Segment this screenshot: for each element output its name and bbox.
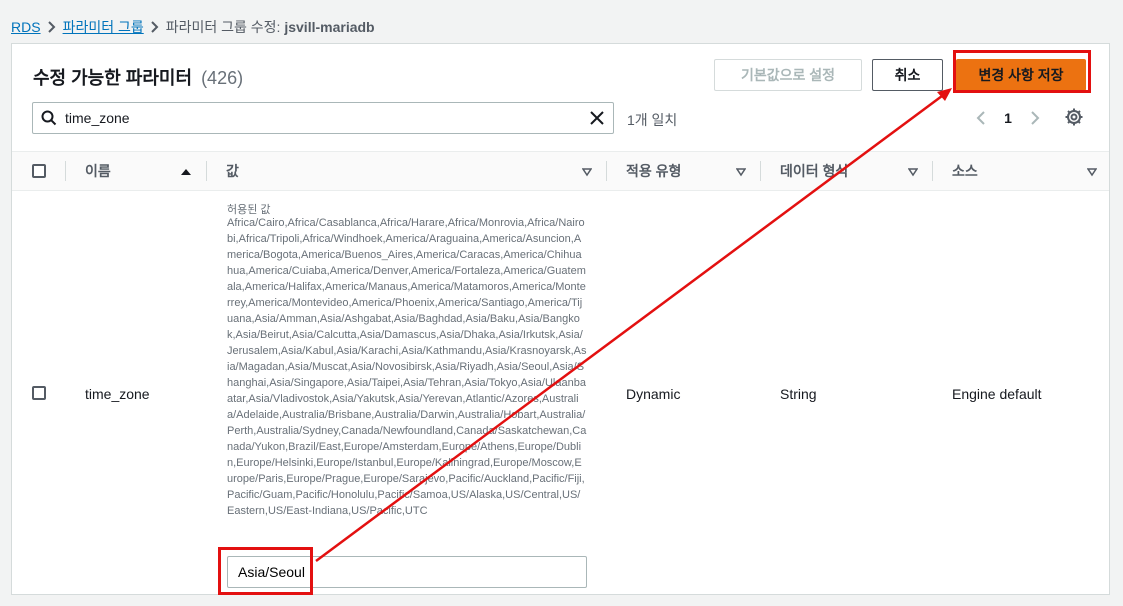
- search-box: [32, 102, 614, 134]
- table-header: 이름 값 적용 유형 데이터 형식 소스: [12, 151, 1109, 191]
- parameters-panel: 수정 가능한 파라미터 (426) 기본값으로 설정 취소 변경 사항 저장 1…: [11, 43, 1110, 595]
- source-value: Engine default: [952, 386, 1042, 402]
- previous-page-icon[interactable]: [970, 111, 992, 125]
- breadcrumb-rds-link[interactable]: RDS: [11, 19, 41, 35]
- sort-down-icon[interactable]: [907, 164, 919, 180]
- breadcrumb-parameter-groups-link[interactable]: 파라미터 그룹: [63, 17, 144, 37]
- select-all-checkbox[interactable]: [32, 164, 46, 178]
- allowed-values-text: Africa/Cairo,Africa/Casablanca,Africa/Ha…: [227, 217, 587, 517]
- column-header-name[interactable]: 이름: [65, 152, 205, 190]
- current-page[interactable]: 1: [992, 110, 1024, 126]
- data-type-value: String: [780, 386, 817, 402]
- table-row: time_zone 허용된 값 Africa/Cairo,Africa/Casa…: [12, 191, 1109, 594]
- breadcrumb-current-prefix: 파라미터 그룹 수정:: [165, 19, 285, 35]
- column-apply-type-label: 적용 유형: [626, 163, 682, 179]
- chevron-right-icon: [144, 21, 166, 33]
- column-divider: [606, 161, 607, 181]
- column-header-apply-type[interactable]: 적용 유형: [606, 152, 760, 190]
- column-divider: [65, 161, 66, 181]
- parameter-value-input[interactable]: [227, 556, 587, 588]
- column-source-label: 소스: [952, 163, 978, 179]
- column-header-value[interactable]: 값: [206, 152, 606, 190]
- sort-ascending-icon[interactable]: [181, 164, 191, 180]
- search-icon: [33, 110, 65, 126]
- search-input[interactable]: [65, 110, 581, 126]
- breadcrumb: RDS 파라미터 그룹 파라미터 그룹 수정: jsvill-mariadb: [11, 18, 375, 36]
- pagination: 1: [970, 106, 1046, 130]
- clear-search-icon[interactable]: [581, 111, 613, 125]
- column-header-data-type[interactable]: 데이터 형식: [760, 152, 932, 190]
- column-divider: [206, 161, 207, 181]
- column-data-type-label: 데이터 형식: [780, 163, 849, 179]
- column-value-label: 값: [226, 163, 239, 179]
- panel-title: 수정 가능한 파라미터 (426): [33, 64, 243, 90]
- gear-icon[interactable]: [1065, 108, 1083, 131]
- sort-down-icon[interactable]: [735, 164, 747, 180]
- reset-defaults-button[interactable]: 기본값으로 설정: [714, 59, 862, 91]
- breadcrumb-current-name: jsvill-mariadb: [284, 19, 375, 35]
- row-checkbox[interactable]: [32, 386, 46, 400]
- panel-title-text: 수정 가능한 파라미터: [33, 68, 193, 88]
- column-header-source[interactable]: 소스: [932, 152, 1109, 190]
- column-divider: [932, 161, 933, 181]
- sort-down-icon[interactable]: [1086, 164, 1098, 180]
- cancel-button[interactable]: 취소: [872, 59, 943, 91]
- save-changes-button[interactable]: 변경 사항 저장: [956, 59, 1086, 91]
- sort-down-icon[interactable]: [581, 164, 593, 180]
- column-name-label: 이름: [85, 163, 111, 179]
- next-page-icon[interactable]: [1024, 111, 1046, 125]
- column-divider: [760, 161, 761, 181]
- breadcrumb-current: 파라미터 그룹 수정: jsvill-mariadb: [166, 17, 375, 37]
- parameter-name: time_zone: [85, 386, 150, 402]
- apply-type-value: Dynamic: [626, 386, 681, 402]
- match-count: 1개 일치: [627, 112, 678, 128]
- parameter-count: (426): [201, 68, 244, 88]
- chevron-right-icon: [41, 21, 63, 33]
